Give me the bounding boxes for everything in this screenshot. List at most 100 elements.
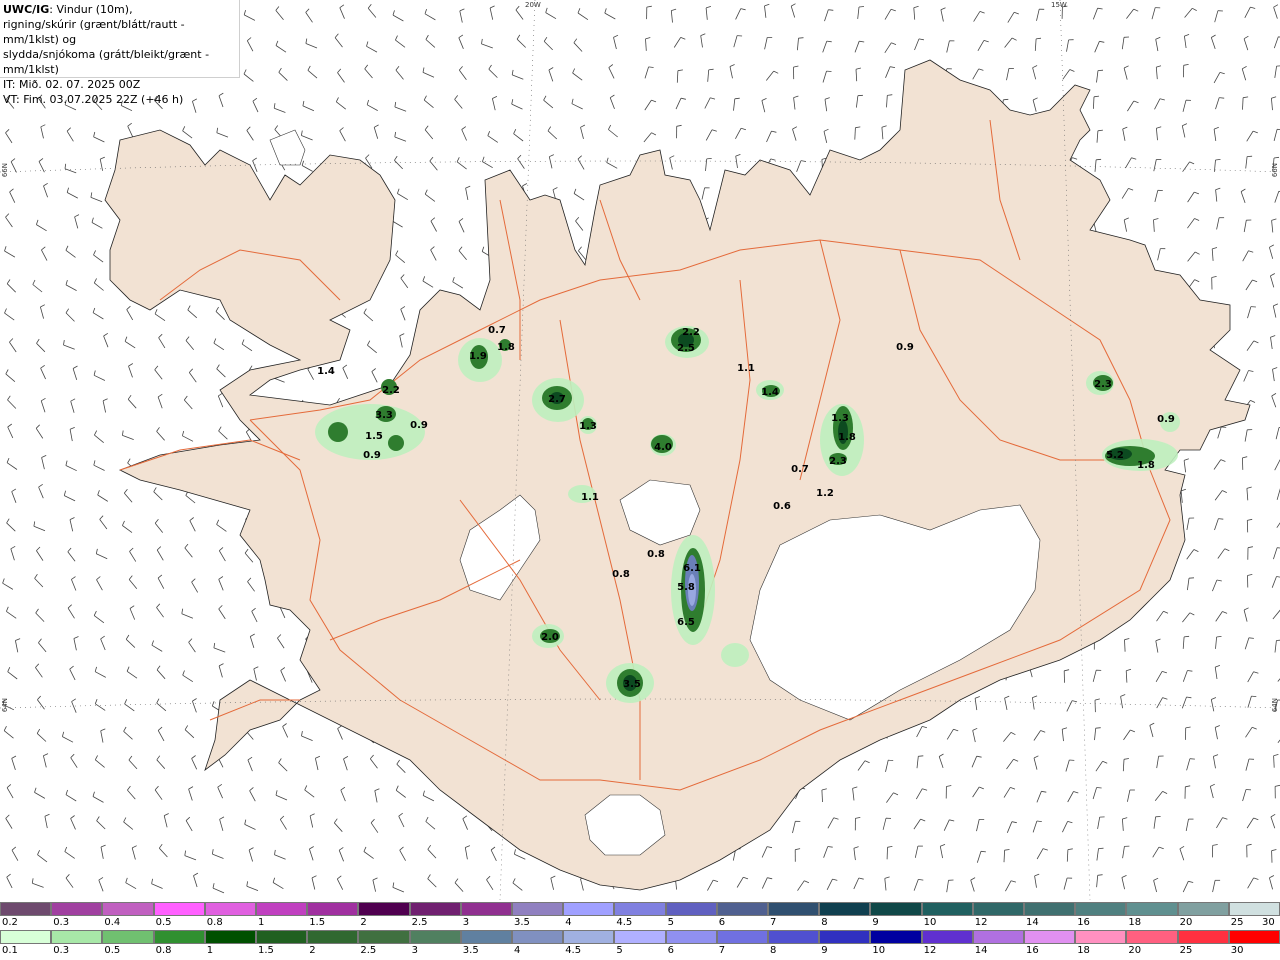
legend-swatch bbox=[102, 902, 154, 916]
legend-label: 0.3 bbox=[53, 945, 70, 956]
init-time: IT: Mið. 02. 07. 2025 00Z bbox=[3, 78, 141, 91]
valid-time: VT: Fim. 03.07.2025 22Z (+46 h) bbox=[3, 93, 184, 106]
legend-swatch bbox=[972, 930, 1025, 944]
legend-label: 18 bbox=[1128, 917, 1142, 928]
legend-label: 1.5 bbox=[309, 917, 326, 928]
legend-swatch bbox=[665, 930, 717, 944]
precip-amount-label: 1.9 bbox=[469, 351, 487, 362]
legend-label: 0.1 bbox=[2, 945, 18, 956]
precip-amount-label: 0.7 bbox=[791, 464, 809, 475]
wind-barb-tick bbox=[1095, 727, 1101, 729]
lat-label-64n-left: 64N bbox=[1, 698, 9, 713]
legend-swatch bbox=[716, 902, 769, 916]
lat-label-64n-right: 64N bbox=[1271, 698, 1279, 713]
legend-swatch bbox=[1024, 902, 1076, 916]
lon-label-20w: 20W bbox=[525, 1, 541, 9]
legend-label: 0.2 bbox=[2, 917, 18, 928]
legend-label: 9 bbox=[821, 945, 828, 956]
wind-barb-tick bbox=[858, 6, 865, 8]
legend-label: 2 bbox=[360, 917, 367, 928]
legend-label: 14 bbox=[1026, 917, 1039, 928]
product-name: UWC/IG bbox=[3, 3, 50, 16]
legend-swatch bbox=[51, 930, 103, 944]
map-header: UWC/IG: Vindur (10m), rigning/skúrir (gr… bbox=[0, 0, 240, 106]
legend-label: 2.5 bbox=[411, 917, 428, 928]
legend-swatch bbox=[102, 930, 154, 944]
legend-label: 1.5 bbox=[258, 945, 274, 956]
legend-swatch bbox=[1126, 930, 1178, 944]
precip-amount-label: 0.7 bbox=[488, 325, 506, 336]
wind-barb-tick bbox=[1096, 158, 1102, 161]
legend-label: 16 bbox=[1026, 945, 1039, 956]
legend-label: 6 bbox=[718, 917, 726, 928]
legend-swatch bbox=[819, 902, 871, 916]
precip-amount-label: 0.9 bbox=[896, 342, 914, 353]
legend-label: 0.8 bbox=[155, 945, 172, 956]
header-line1: : Vindur (10m), bbox=[49, 3, 133, 16]
precip-amount-label: 0.8 bbox=[612, 569, 630, 580]
precip-amount-label: 2.3 bbox=[829, 456, 847, 467]
legend-swatch bbox=[0, 902, 52, 916]
weather-map: 0.7 2.2 2.5 1.9 1.8 1.4 2.2 3.3 1.5 0.9 0.9 2.7 1.3 4… bbox=[0, 0, 1280, 900]
legend-swatch bbox=[358, 930, 410, 944]
wind-barb-tick bbox=[918, 755, 924, 757]
precip-amount-label: 1.1 bbox=[581, 492, 599, 503]
lon-label-15w: 15W bbox=[1051, 1, 1067, 9]
wind-barb-tick bbox=[706, 158, 712, 160]
legend-label: 16 bbox=[1077, 917, 1090, 928]
legend-swatch bbox=[1177, 902, 1229, 916]
legend-label: 4 bbox=[514, 945, 521, 956]
legend-label: 7 bbox=[718, 945, 726, 956]
precip-amount-label: 2.2 bbox=[382, 385, 400, 396]
legend-label: 25 bbox=[1179, 945, 1193, 956]
legend-swatch bbox=[768, 902, 820, 916]
legend-swatch bbox=[409, 902, 461, 916]
precip-amount-label: 0.9 bbox=[363, 450, 381, 461]
legend-swatch bbox=[921, 930, 973, 944]
precip-amount-label: 1.8 bbox=[497, 342, 515, 353]
legend-label: 0.4 bbox=[104, 917, 121, 928]
legend-swatch bbox=[204, 902, 257, 916]
legend-label: 18 bbox=[1077, 945, 1090, 956]
legend-label: 0.8 bbox=[206, 917, 223, 928]
legend-label: 12 bbox=[923, 945, 937, 956]
legend-label: 7 bbox=[770, 917, 777, 928]
precip-amount-label: 1.2 bbox=[816, 488, 834, 499]
legend-swatch bbox=[819, 930, 871, 944]
legend-label: 6 bbox=[667, 945, 674, 956]
legend-label: 10 bbox=[923, 917, 937, 928]
legend-label: 0.5 bbox=[155, 917, 172, 928]
legend-swatch bbox=[921, 902, 973, 916]
precip-amount-label: 4.0 bbox=[654, 442, 672, 453]
precip-amount-label: 6.5 bbox=[677, 617, 695, 628]
legend-swatch bbox=[1228, 902, 1280, 916]
legend-swatch bbox=[870, 930, 922, 944]
legend-swatch bbox=[870, 902, 922, 916]
wind-barb-tick bbox=[1251, 695, 1257, 697]
legend-swatch bbox=[665, 902, 717, 916]
legend-swatch bbox=[512, 902, 564, 916]
legend-swatch bbox=[1228, 930, 1280, 944]
legend-swatch bbox=[256, 930, 308, 944]
precip-amount-label: 5.2 bbox=[1106, 450, 1124, 461]
legend-swatch bbox=[1177, 930, 1229, 944]
wind-barb-tick bbox=[1003, 98, 1009, 101]
legend-label: 3.5 bbox=[514, 917, 530, 928]
lat-label-66n-right: 66N bbox=[1271, 163, 1279, 178]
precip-amount-label: 1.8 bbox=[838, 432, 856, 443]
legend-label: 4.5 bbox=[616, 917, 633, 928]
legend-swatch bbox=[1075, 902, 1127, 916]
legend-swatch bbox=[51, 902, 103, 916]
precip-amount-label: 1.1 bbox=[737, 363, 755, 374]
legend-label: 2 bbox=[309, 945, 316, 956]
legend-label: 30 bbox=[1262, 917, 1275, 928]
precip-amount-label: 0.6 bbox=[773, 501, 791, 512]
legend-swatch bbox=[614, 902, 666, 916]
precip-amount-label: 1.4 bbox=[761, 387, 779, 398]
legend-swatch bbox=[768, 930, 820, 944]
legend-swatch bbox=[358, 902, 410, 916]
legend-label: 9 bbox=[872, 917, 879, 928]
precip-amount-label: 3.5 bbox=[623, 679, 641, 690]
precip-amount-label: 0.9 bbox=[410, 420, 428, 431]
precip-amount-label: 3.3 bbox=[375, 410, 393, 421]
